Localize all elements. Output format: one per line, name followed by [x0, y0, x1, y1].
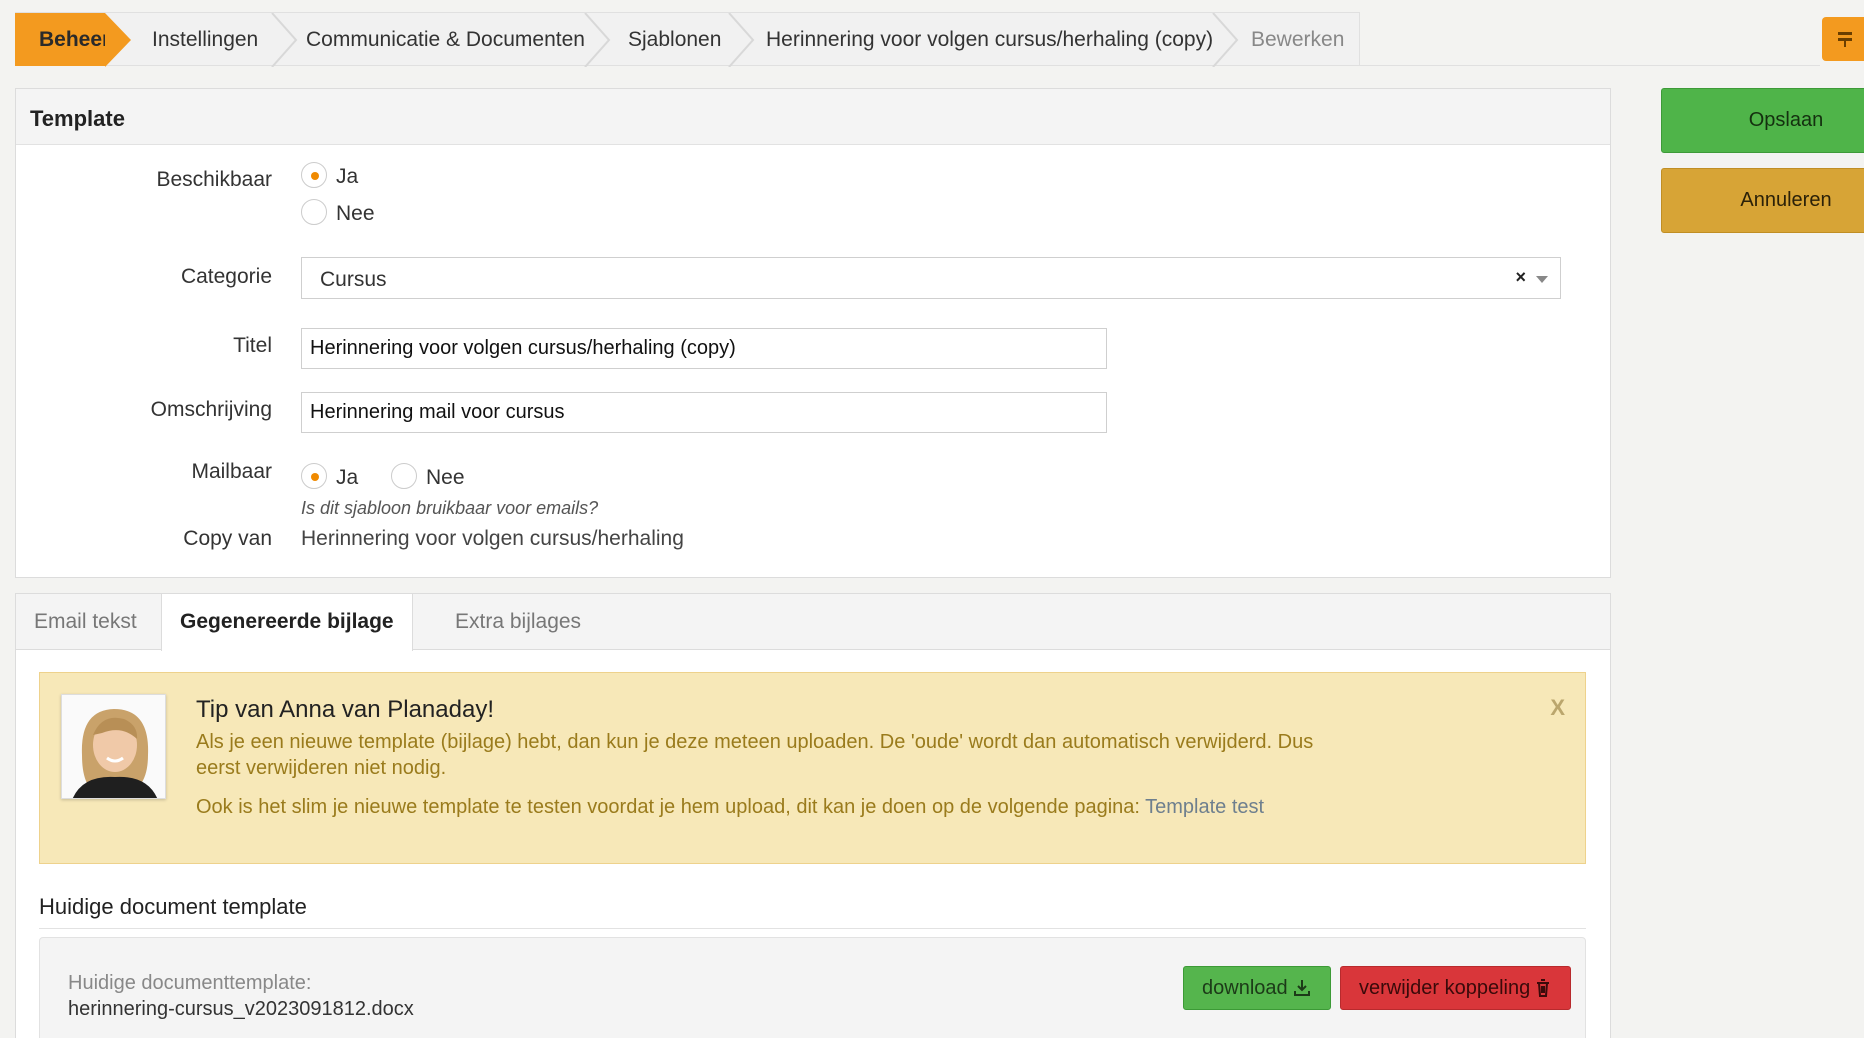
remove-link-label: verwijder koppeling [1359, 976, 1531, 999]
breadcrumb-label: Bewerken [1251, 27, 1345, 51]
mailbaar-hint: Is dit sjabloon bruikbaar voor emails? [301, 498, 599, 518]
template-panel: Template Beschikbaar Ja Nee Categorie Cu… [15, 88, 1611, 578]
beschikbaar-ja-label: Ja [336, 165, 359, 188]
menu-toggle-button[interactable] [1822, 17, 1864, 61]
document-box: Huidige documenttemplate: herinnering-cu… [39, 937, 1586, 1038]
mailbaar-nee-label: Nee [426, 466, 465, 489]
omschrijving-input[interactable] [301, 392, 1107, 433]
tip-title: Tip van Anna van Planaday! [196, 696, 494, 723]
breadcrumb-item-bewerken: Bewerken [1251, 13, 1344, 66]
chevron-right-icon [728, 13, 755, 67]
breadcrumb-label: Communicatie & Documenten [306, 27, 585, 51]
breadcrumb-label: Instellingen [152, 27, 259, 51]
titel-input[interactable] [301, 328, 1107, 369]
beschikbaar-label: Beschikbaar [156, 168, 272, 191]
breadcrumb-item-instellingen[interactable]: Instellingen [152, 13, 258, 66]
tab-gegenereerde-bijlage[interactable]: Gegenereerde bijlage [161, 594, 413, 651]
panel-title: Template [16, 89, 1610, 145]
mailbaar-nee-radio[interactable] [391, 463, 417, 489]
clear-icon[interactable]: × [1515, 267, 1526, 288]
breadcrumb-label: Beheer [39, 27, 111, 51]
chevron-down-icon[interactable] [1536, 276, 1548, 283]
download-button[interactable]: download [1183, 966, 1331, 1010]
copy-van-value: Herinnering voor volgen cursus/herhaling [301, 527, 684, 550]
mailbaar-label: Mailbaar [191, 460, 272, 483]
breadcrumb-spacer [1360, 12, 1820, 66]
trash-icon [1537, 979, 1550, 997]
breadcrumb-label: Sjablonen [628, 27, 722, 51]
breadcrumb-item-sjablonen[interactable]: Sjablonen [628, 13, 721, 66]
chevron-right-icon [584, 13, 611, 67]
tip-box: Tip van Anna van Planaday! Als je een ni… [39, 672, 1586, 864]
template-test-link[interactable]: Template test [1145, 796, 1264, 818]
save-button[interactable]: Opslaan [1661, 88, 1864, 153]
titel-label: Titel [233, 334, 272, 357]
tabs-panel: Email tekst Gegenereerde bijlage Extra b… [15, 593, 1611, 1038]
chevron-right-icon [1212, 13, 1239, 67]
beschikbaar-ja-radio[interactable] [301, 162, 327, 188]
categorie-label: Categorie [180, 265, 272, 288]
beschikbaar-nee-label: Nee [336, 202, 375, 225]
tip-text-2-body: Ook is het slim je nieuwe template te te… [196, 796, 1146, 818]
breadcrumb-item-beheer[interactable]: Beheer [15, 13, 131, 67]
document-filename: herinnering-cursus_v2023091812.docx [68, 998, 414, 1020]
document-label: Huidige documenttemplate: [68, 972, 312, 994]
mailbaar-ja-label: Ja [336, 466, 359, 489]
tab-extra-bijlages[interactable]: Extra bijlages [437, 594, 599, 651]
omschrijving-label: Omschrijving [150, 398, 272, 421]
breadcrumb-item-communicatie[interactable]: Communicatie & Documenten [306, 13, 585, 66]
remove-link-button[interactable]: verwijder koppeling [1340, 966, 1572, 1010]
tip-text-1: Als je een nieuwe template (bijlage) heb… [196, 731, 1314, 779]
chevron-right-icon [271, 13, 298, 67]
categorie-select[interactable]: Cursus × [301, 257, 1561, 299]
tip-text-2: Ook is het slim je nieuwe template te te… [196, 794, 1346, 820]
breadcrumb-item-template[interactable]: Herinnering voor volgen cursus/herhaling… [766, 13, 1213, 66]
copy-van-label: Copy van [183, 527, 272, 550]
section-title: Huidige document template [39, 894, 1586, 929]
menu-icon [1838, 32, 1852, 47]
mailbaar-ja-radio[interactable] [301, 463, 327, 489]
tab-email-tekst[interactable]: Email tekst [16, 594, 155, 651]
download-icon [1293, 980, 1310, 996]
avatar [61, 694, 166, 799]
cancel-button[interactable]: Annuleren [1661, 168, 1864, 233]
breadcrumb-label: Herinnering voor volgen cursus/herhaling… [766, 27, 1214, 51]
avatar-image [62, 695, 165, 798]
beschikbaar-nee-radio[interactable] [301, 199, 327, 225]
categorie-value: Cursus [320, 268, 387, 291]
close-icon[interactable]: X [1550, 695, 1565, 721]
download-label: download [1202, 976, 1288, 999]
breadcrumb: Beheer Instellingen Communicatie & Docum… [15, 12, 1360, 67]
tab-bar: Email tekst Gegenereerde bijlage Extra b… [16, 594, 1610, 651]
